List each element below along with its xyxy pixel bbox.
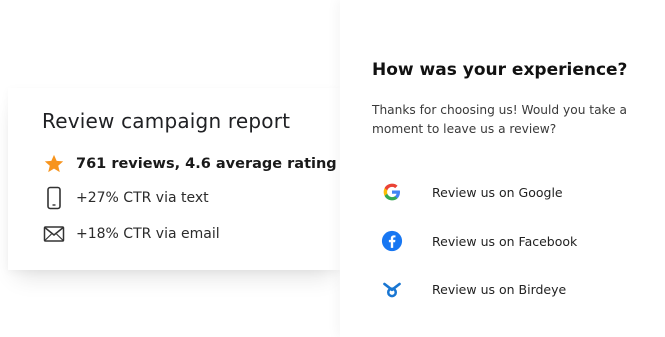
review-birdeye-link[interactable]: Review us on Birdeye — [380, 277, 566, 301]
review-campaign-report-card: Review campaign report 761 reviews, 4.6 … — [8, 88, 340, 270]
review-google-link[interactable]: Review us on Google — [380, 180, 563, 204]
review-facebook-label: Review us on Facebook — [432, 233, 578, 249]
report-title: Review campaign report — [42, 109, 291, 133]
panel-subtitle: Thanks for choosing us! Would you take a… — [372, 103, 628, 136]
envelope-icon — [42, 222, 66, 246]
stat-reviews-rating: 761 reviews, 4.6 average rating — [42, 152, 337, 176]
review-birdeye-label: Review us on Birdeye — [432, 281, 567, 297]
review-request-panel: How was your experience? Thanks for choo… — [340, 0, 665, 337]
phone-icon — [42, 186, 66, 210]
stat-ctr-text-label: +27% CTR via text — [76, 190, 209, 206]
stat-ctr-email-label: +18% CTR via email — [76, 226, 220, 242]
birdeye-icon — [380, 277, 404, 301]
stat-reviews-text: 761 reviews, 4.6 average rating — [76, 156, 337, 172]
google-icon — [380, 180, 404, 204]
star-icon — [42, 152, 66, 176]
review-google-label: Review us on Google — [432, 184, 563, 200]
stat-ctr-email: +18% CTR via email — [42, 222, 220, 246]
panel-title: How was your experience? — [372, 60, 628, 80]
review-facebook-link[interactable]: Review us on Facebook — [380, 229, 577, 253]
stat-ctr-text: +27% CTR via text — [42, 186, 209, 210]
facebook-icon — [380, 229, 404, 253]
